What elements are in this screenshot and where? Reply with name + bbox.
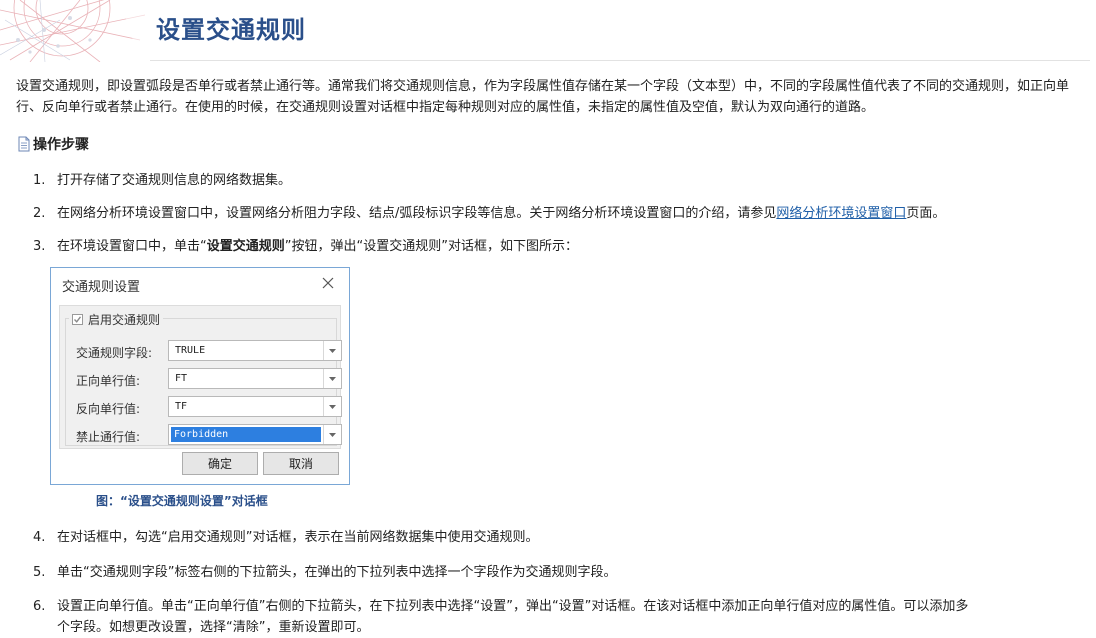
traffic-rule-dialog: 交通规则设置 交通规则字段: TRULE 正向单行值: FT 反向单行值: TF…: [50, 267, 350, 485]
page-title: 设置交通规则: [156, 16, 306, 44]
cancel-button[interactable]: 取消: [263, 452, 339, 475]
step-text: 在对话框中，勾选“启用交通规则”对话框，表示在当前网络数据集中使用交通规则。: [57, 530, 539, 545]
ok-button[interactable]: 确定: [182, 452, 258, 475]
step-5: 5. 单击“交通规则字段”标签右侧的下拉箭头，在弹出的下拉列表中选择一个字段作为交…: [33, 562, 1083, 583]
step-number: 6.: [33, 599, 46, 614]
enable-rule-checkbox[interactable]: [72, 314, 83, 325]
dialog-title: 交通规则设置: [62, 280, 141, 295]
step-text: 单击“交通规则字段”标签右侧的下拉箭头，在弹出的下拉列表中选择一个字段作为交通规…: [57, 565, 617, 580]
reverse-combo[interactable]: TF: [168, 396, 342, 417]
step-number: 2.: [33, 206, 46, 221]
step-text-end: ”按钮，弹出“设置交通规则”对话框，如下图所示：: [284, 239, 578, 254]
chevron-down-icon[interactable]: [323, 397, 341, 416]
step-6: 6. 设置正向单行值。单击“正向单行值”右侧的下拉箭头，在下拉列表中选择“设置”，…: [33, 596, 1083, 617]
step-bold-term: 设置交通规则: [206, 239, 285, 254]
page-header: 设置交通规则: [0, 0, 1096, 62]
step-text: 在网络分析环境设置窗口中，设置网络分析阻力字段、结点/弧段标识字段等信息。关于网…: [57, 206, 777, 221]
intro-paragraph: 设置交通规则，即设置弧段是否单行或者禁止通行等。通常我们将交通规则信息，作为字段…: [16, 79, 1070, 115]
step-number: 4.: [33, 530, 46, 545]
figure-caption: 图：“设置交通规则设置”对话框: [96, 494, 268, 508]
document-icon: [18, 136, 30, 152]
rule-field-label: 交通规则字段:: [76, 346, 153, 360]
forward-label: 正向单行值:: [76, 374, 141, 388]
step-2: 2. 在网络分析环境设置窗口中，设置网络分析阻力字段、结点/弧段标识字段等信息。关…: [33, 203, 1083, 224]
enable-rule-label: 启用交通规则: [88, 313, 161, 327]
header-divider: [150, 60, 1090, 61]
combo-value-selected: Forbidden: [171, 427, 321, 442]
steps-heading-label: 操作步骤: [33, 137, 89, 153]
step-3: 3. 在环境设置窗口中，单击“设置交通规则”按钮，弹出“设置交通规则”对话框，如下…: [33, 236, 1083, 257]
step-text: 个字段。如想更改设置，选择“清除”，重新设置即可。: [57, 620, 370, 635]
checkmark-icon: [73, 316, 82, 323]
forbidden-combo[interactable]: Forbidden: [168, 424, 342, 445]
enable-rule-checkbox-row[interactable]: 启用交通规则: [69, 311, 164, 328]
step-4: 4. 在对话框中，勾选“启用交通规则”对话框，表示在当前网络数据集中使用交通规则。: [33, 527, 1083, 548]
step-6-continued: 个字段。如想更改设置，选择“清除”，重新设置即可。: [57, 617, 1096, 638]
dialog-body: 交通规则字段: TRULE 正向单行值: FT 反向单行值: TF 禁止通行值:…: [59, 305, 342, 449]
step-text-end: 页面。: [906, 206, 946, 221]
step-text: 设置正向单行值。单击“正向单行值”右侧的下拉箭头，在下拉列表中选择“设置”，弹出…: [57, 599, 969, 614]
chevron-down-icon[interactable]: [323, 425, 341, 444]
forbidden-label: 禁止通行值:: [76, 430, 141, 444]
reverse-label: 反向单行值:: [76, 402, 141, 416]
chevron-down-icon[interactable]: [323, 341, 341, 360]
step-text: 在环境设置窗口中，单击“: [57, 239, 207, 254]
rule-groupbox: 交通规则字段: TRULE 正向单行值: FT 反向单行值: TF 禁止通行值:…: [65, 318, 342, 446]
network-env-settings-link[interactable]: 网络分析环境设置窗口: [776, 206, 906, 221]
network-logo-graphic: [0, 0, 150, 62]
combo-value: TF: [175, 401, 188, 412]
close-icon[interactable]: [321, 276, 335, 290]
steps-heading: 操作步骤: [16, 134, 89, 154]
combo-value: FT: [175, 373, 188, 384]
combo-value: TRULE: [175, 345, 206, 356]
forward-combo[interactable]: FT: [168, 368, 342, 389]
step-1: 1. 打开存储了交通规则信息的网络数据集。: [33, 170, 1083, 191]
rule-field-combo[interactable]: TRULE: [168, 340, 342, 361]
step-text: 打开存储了交通规则信息的网络数据集。: [57, 173, 292, 188]
step-number: 3.: [33, 239, 46, 254]
chevron-down-icon[interactable]: [323, 369, 341, 388]
step-number: 5.: [33, 565, 46, 580]
step-number: 1.: [33, 173, 46, 188]
